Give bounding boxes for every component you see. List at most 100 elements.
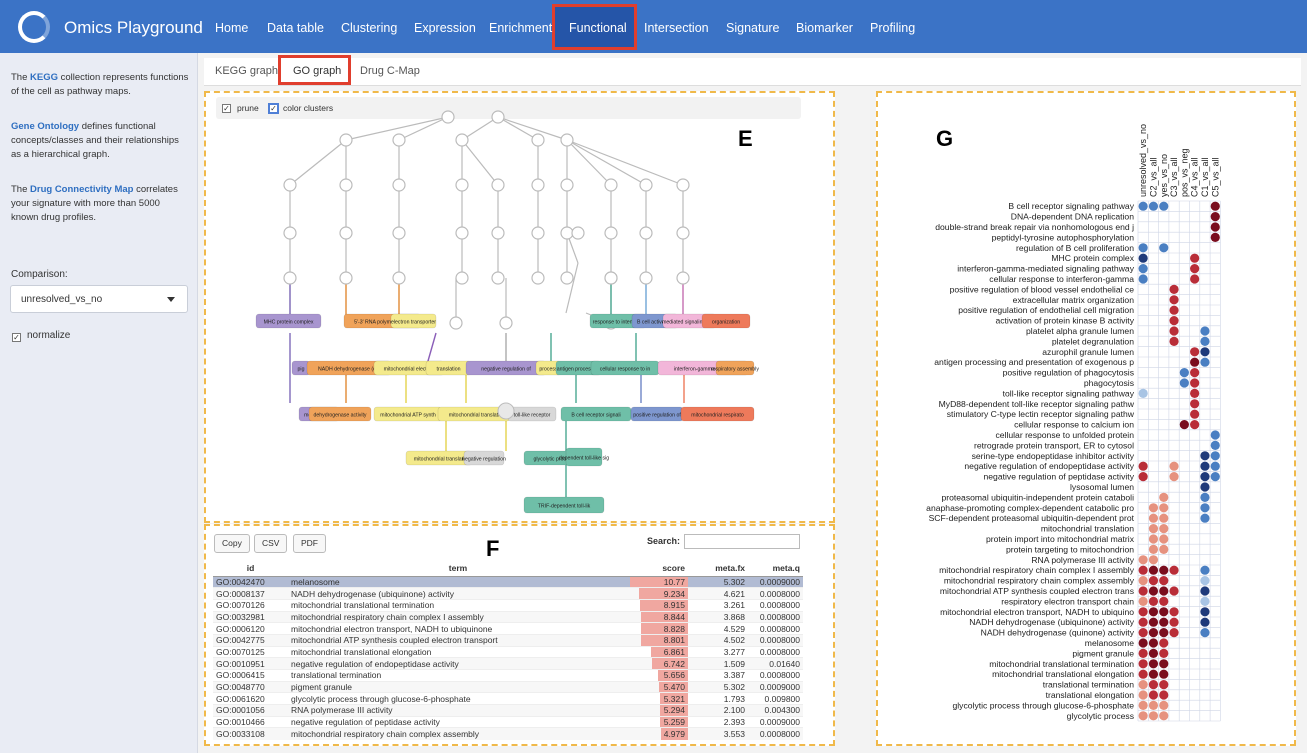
nav-profiling[interactable]: Profiling: [870, 21, 915, 35]
graph-node[interactable]: [676, 226, 690, 240]
graph-term-node[interactable]: respiratory assembly: [711, 360, 759, 376]
tab-drug-cmap[interactable]: Drug C-Map: [360, 65, 420, 77]
table-row[interactable]: GO:0032981 mitochondrial respiratory chai…: [213, 610, 803, 623]
search-input[interactable]: [684, 534, 800, 549]
graph-node[interactable]: [491, 178, 505, 192]
table-row[interactable]: GO:0042470 melanosome 10.77 5.302 0.0009000: [213, 575, 803, 588]
graph-node[interactable]: [441, 110, 455, 124]
graph-node[interactable]: [571, 226, 585, 240]
column-header-meta-fx[interactable]: meta.fx: [688, 561, 748, 577]
nav-data-table[interactable]: Data table: [267, 21, 324, 35]
graph-node[interactable]: [491, 271, 505, 285]
graph-node[interactable]: [392, 133, 406, 147]
go-graph[interactable]: MHC protein complex 5'-3' RNA polymerase …: [206, 93, 833, 521]
graph-term-node[interactable]: mitochondrial respirato: [680, 406, 755, 422]
graph-node[interactable]: [497, 402, 515, 420]
graph-node[interactable]: [604, 178, 618, 192]
nav-home[interactable]: Home: [215, 21, 248, 35]
graph-term-node[interactable]: dependent toll-like sig: [559, 447, 609, 467]
graph-term-node[interactable]: dehydrogenase activity: [308, 406, 372, 422]
graph-node[interactable]: [531, 178, 545, 192]
nav-expression[interactable]: Expression: [414, 21, 476, 35]
graph-term-node[interactable]: translation: [425, 360, 472, 376]
graph-node[interactable]: [531, 226, 545, 240]
graph-term-node[interactable]: cellular response to in: [590, 360, 660, 376]
graph-node[interactable]: [639, 271, 653, 285]
graph-node[interactable]: [392, 226, 406, 240]
graph-node[interactable]: [676, 271, 690, 285]
graph-node[interactable]: [455, 133, 469, 147]
nav-enrichment[interactable]: Enrichment: [489, 21, 552, 35]
tab-kegg-graph[interactable]: KEGG graph: [215, 65, 278, 77]
nav-signature[interactable]: Signature: [726, 21, 780, 35]
table-row[interactable]: GO:0070126 mitochondrial translational te…: [213, 598, 803, 612]
nav-intersection[interactable]: Intersection: [644, 21, 709, 35]
graph-node[interactable]: [560, 133, 574, 147]
table-row[interactable]: GO:0061620 glycolytic process through glu…: [213, 692, 803, 705]
graph-node[interactable]: [560, 271, 574, 285]
graph-node[interactable]: [604, 226, 618, 240]
graph-term-node[interactable]: positive regulation of: [630, 406, 684, 422]
table-row[interactable]: GO:0010951 negative regulation of endopep…: [213, 657, 803, 670]
graph-node[interactable]: [491, 226, 505, 240]
nav-clustering[interactable]: Clustering: [341, 21, 397, 35]
graph-node[interactable]: [560, 178, 574, 192]
graph-term-node[interactable]: negative regulation of: [465, 360, 547, 376]
graph-term-node[interactable]: MHC protein complex: [255, 313, 322, 329]
graph-term-node[interactable]: toll-like receptor: [507, 406, 557, 422]
graph-node[interactable]: [455, 178, 469, 192]
graph-node[interactable]: [339, 133, 353, 147]
graph-node[interactable]: [455, 226, 469, 240]
graph-node[interactable]: [339, 178, 353, 192]
graph-node[interactable]: [339, 226, 353, 240]
table-row[interactable]: GO:0008137 NADH dehydrogenase (ubiquinone…: [213, 587, 803, 600]
graph-term-label: dependent toll-like sig: [559, 456, 609, 462]
drug-connectivity-map-link[interactable]: Drug Connectivity Map: [30, 184, 133, 195]
graph-term-node[interactable]: mitochondrial ATP synth: [373, 406, 443, 422]
graph-term-node[interactable]: organization: [701, 313, 751, 329]
normalize-checkbox[interactable]: ✓: [12, 333, 21, 342]
graph-node[interactable]: [283, 178, 297, 192]
column-header-id[interactable]: id: [213, 561, 288, 577]
table-row[interactable]: GO:0042775 mitochondrial ATP synthesis co…: [213, 633, 803, 647]
pdf-button[interactable]: PDF: [293, 534, 326, 553]
graph-node[interactable]: [392, 178, 406, 192]
graph-node[interactable]: [639, 178, 653, 192]
column-header-term[interactable]: term: [288, 561, 628, 577]
graph-node[interactable]: [283, 271, 297, 285]
table-row[interactable]: GO:0048770 pigment granule 5.470 5.302 0.000…: [213, 680, 803, 693]
nav-biomarker[interactable]: Biomarker: [796, 21, 853, 35]
csv-button[interactable]: CSV: [254, 534, 288, 553]
nav-functional[interactable]: Functional: [569, 21, 627, 35]
graph-node[interactable]: [531, 271, 545, 285]
table-row[interactable]: GO:0001056 RNA polymerase III activity 5.2…: [213, 704, 803, 717]
graph-node[interactable]: [531, 133, 545, 147]
table-row[interactable]: GO:0010466 negative regulation of peptida…: [213, 715, 803, 728]
graph-node[interactable]: [604, 271, 618, 285]
tab-go-graph[interactable]: GO graph: [293, 65, 341, 77]
graph-term-node[interactable]: B cell receptor signali: [560, 406, 632, 422]
graph-node[interactable]: [499, 316, 513, 330]
graph-node[interactable]: [339, 271, 353, 285]
kegg-link[interactable]: KEGG: [30, 72, 58, 83]
copy-button[interactable]: Copy: [214, 534, 250, 553]
table-row[interactable]: GO:0033108 mitochondrial respiratory chai…: [213, 727, 803, 740]
graph-node[interactable]: [639, 226, 653, 240]
graph-node[interactable]: [449, 316, 463, 330]
graph-term-node[interactable]: TRIF-dependent toll-lik: [523, 496, 605, 514]
gene-ontology-link[interactable]: Gene Ontology: [11, 121, 79, 132]
comparison-select[interactable]: unresolved_vs_no: [10, 285, 188, 313]
graph-node[interactable]: [676, 178, 690, 192]
graph-term-node[interactable]: electron transporter: [390, 313, 437, 329]
column-header-meta-q[interactable]: meta.q: [748, 561, 803, 577]
table-row[interactable]: GO:0006415 translational termination 5.656…: [213, 669, 803, 682]
graph-node[interactable]: [283, 226, 297, 240]
graph-node[interactable]: [455, 271, 469, 285]
graph-node[interactable]: [560, 226, 574, 240]
table-row[interactable]: GO:0006120 mitochondrial electron transpo…: [213, 622, 803, 635]
graph-term-node[interactable]: negative regulation: [462, 450, 506, 466]
table-row[interactable]: GO:0070125 mitochondrial translational el…: [213, 645, 803, 658]
graph-node[interactable]: [392, 271, 406, 285]
graph-node[interactable]: [491, 110, 505, 124]
column-header-score[interactable]: score: [628, 561, 688, 577]
